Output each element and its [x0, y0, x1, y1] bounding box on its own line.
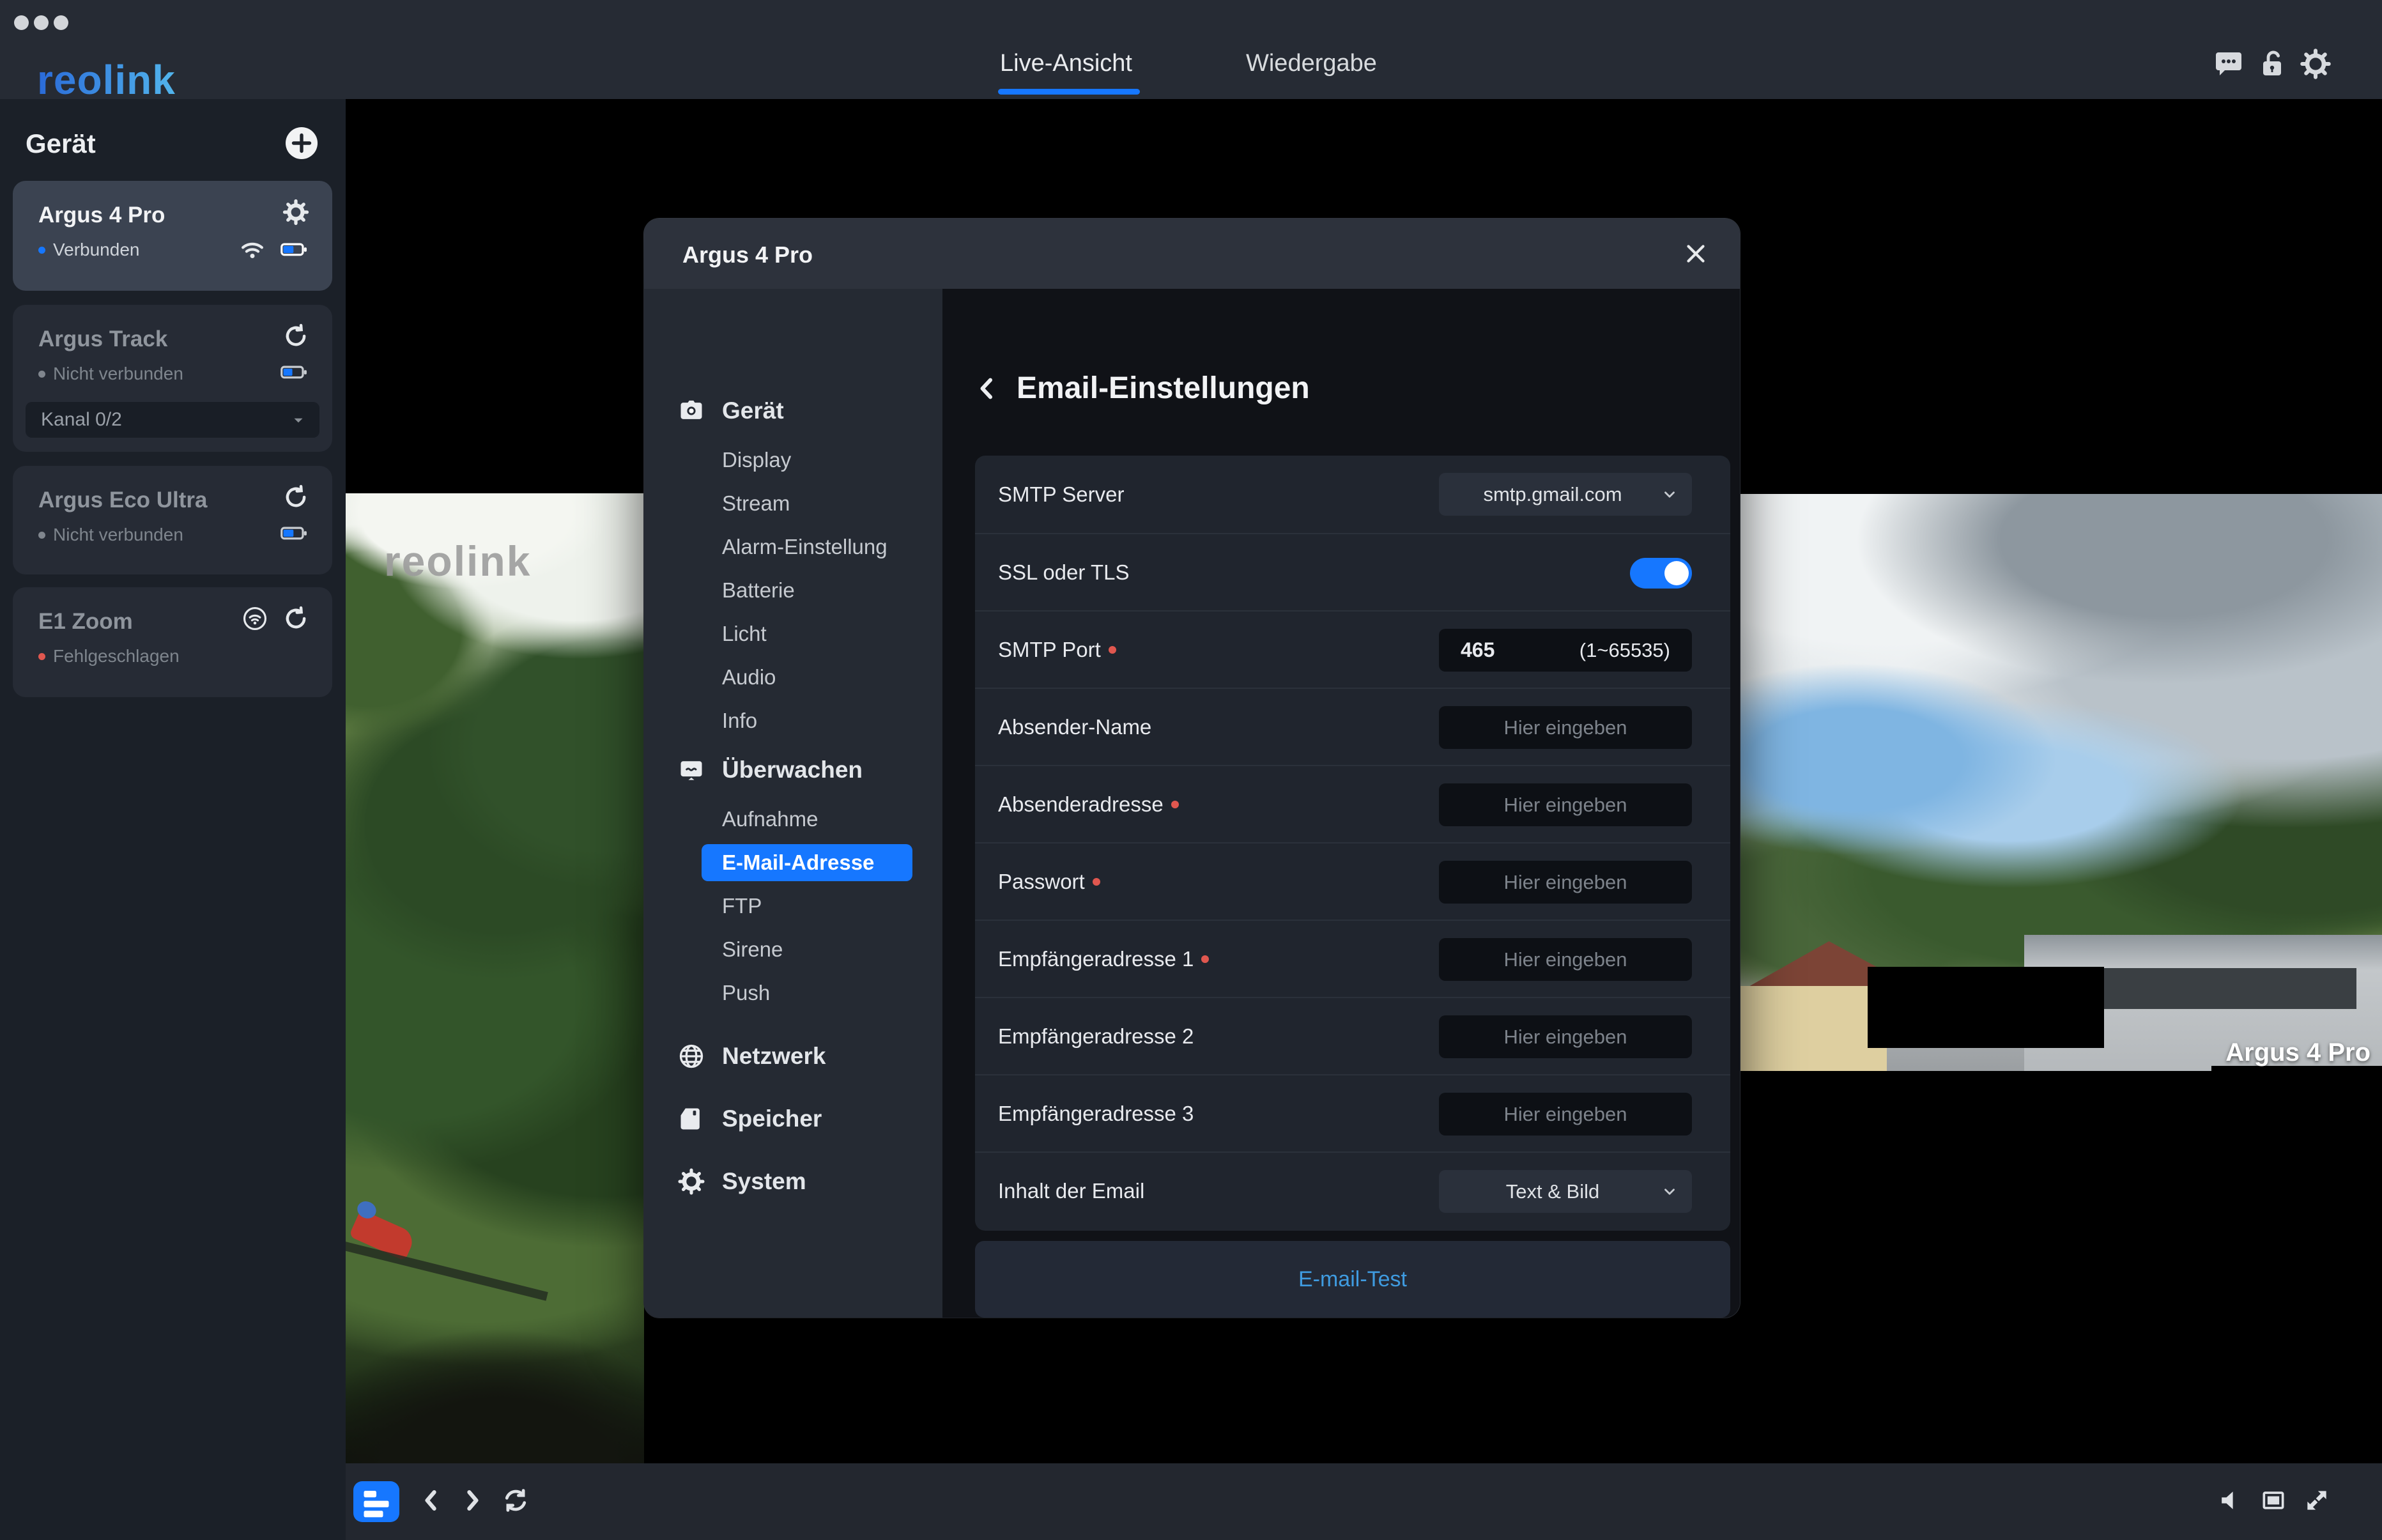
- passwort-input[interactable]: [1439, 861, 1692, 904]
- device-settings-modal: Argus 4 Pro Gerät Display Stream Alarm-E…: [644, 219, 1740, 1318]
- modal-overlay: Argus 4 Pro Gerät Display Stream Alarm-E…: [0, 0, 2382, 1540]
- empfaengeradresse-3-input[interactable]: [1439, 1093, 1692, 1136]
- smtp-server-dropdown[interactable]: smtp.gmail.com: [1439, 473, 1692, 516]
- page-title: Email-Einstellungen: [1017, 371, 1310, 406]
- email-test-button[interactable]: E-mail-Test: [975, 1241, 1730, 1318]
- ssl-toggle[interactable]: [1630, 558, 1692, 589]
- field-label: Empfängeradresse 3: [998, 1075, 1194, 1151]
- form-row-empfaenger-2: Empfängeradresse 2: [975, 997, 1730, 1074]
- nav-item-batterie[interactable]: Batterie: [644, 569, 942, 612]
- chevron-down-icon: [1661, 486, 1678, 503]
- empfaengeradresse-1-input[interactable]: [1439, 938, 1692, 981]
- field-label: Absender-Name: [998, 689, 1151, 765]
- field-label: Passwort: [998, 843, 1100, 920]
- monitor-icon: [677, 756, 705, 784]
- smtp-port-input[interactable]: 465 (1~65535): [1439, 629, 1692, 672]
- nav-item-info[interactable]: Info: [644, 699, 942, 743]
- sd-card-icon: [677, 1105, 705, 1133]
- nav-item-display[interactable]: Display: [644, 438, 942, 482]
- form-row-smtp-server: SMTP Server smtp.gmail.com: [975, 456, 1730, 533]
- nav-item-stream[interactable]: Stream: [644, 482, 942, 525]
- gear-icon: [677, 1167, 705, 1196]
- nav-item-sirene[interactable]: Sirene: [644, 928, 942, 971]
- field-label: SMTP Server: [998, 456, 1124, 533]
- field-label: SSL oder TLS: [998, 534, 1129, 610]
- form-row-empfaenger-3: Empfängeradresse 3: [975, 1074, 1730, 1151]
- modal-header: Argus 4 Pro: [644, 219, 1740, 289]
- nav-section-system[interactable]: System: [644, 1154, 942, 1209]
- modal-title: Argus 4 Pro: [682, 242, 813, 268]
- field-label: Absenderadresse: [998, 766, 1179, 842]
- form-row-empfaenger-1: Empfängeradresse 1: [975, 920, 1730, 997]
- nav-section-ueberwachen[interactable]: Überwachen: [644, 743, 942, 797]
- form-row-smtp-port: SMTP Port 465 (1~65535): [975, 610, 1730, 688]
- email-settings-form: SMTP Server smtp.gmail.com SSL oder TLS …: [975, 456, 1730, 1231]
- form-row-inhalt: Inhalt der Email Text & Bild: [975, 1151, 1730, 1229]
- nav-item-aufnahme[interactable]: Aufnahme: [644, 797, 942, 841]
- form-row-ssl: SSL oder TLS: [975, 533, 1730, 610]
- back-icon[interactable]: [974, 376, 1000, 401]
- chevron-down-icon: [1661, 1183, 1678, 1200]
- form-row-absender-name: Absender-Name: [975, 688, 1730, 765]
- field-label: Empfängeradresse 2: [998, 998, 1194, 1074]
- form-row-passwort: Passwort: [975, 842, 1730, 920]
- nav-item-ftp[interactable]: FTP: [644, 884, 942, 928]
- close-icon[interactable]: [1681, 239, 1710, 268]
- nav-section-netzwerk[interactable]: Netzwerk: [644, 1029, 942, 1084]
- nav-section-speicher[interactable]: Speicher: [644, 1091, 942, 1146]
- empfaengeradresse-2-input[interactable]: [1439, 1015, 1692, 1058]
- nav-item-audio[interactable]: Audio: [644, 656, 942, 699]
- nav-item-licht[interactable]: Licht: [644, 612, 942, 656]
- field-label: Inhalt der Email: [998, 1153, 1144, 1229]
- form-row-absenderadresse: Absenderadresse: [975, 765, 1730, 842]
- email-settings-panel: Email-Einstellungen SMTP Server smtp.gma…: [942, 289, 1740, 1318]
- email-content-dropdown[interactable]: Text & Bild: [1439, 1170, 1692, 1213]
- nav-item-push[interactable]: Push: [644, 971, 942, 1015]
- settings-nav: Gerät Display Stream Alarm-Einstellung B…: [644, 289, 942, 1318]
- camera-icon: [677, 397, 705, 425]
- field-label: Empfängeradresse 1: [998, 921, 1209, 997]
- required-dot: [1171, 801, 1179, 808]
- globe-icon: [677, 1042, 705, 1070]
- absenderadresse-input[interactable]: [1439, 783, 1692, 826]
- absender-name-input[interactable]: [1439, 706, 1692, 749]
- nav-item-alarm[interactable]: Alarm-Einstellung: [644, 525, 942, 569]
- nav-item-email-adresse[interactable]: E-Mail-Adresse: [644, 841, 942, 884]
- nav-section-geraet[interactable]: Gerät: [644, 383, 942, 438]
- required-dot: [1109, 646, 1116, 654]
- field-label: SMTP Port: [998, 612, 1116, 688]
- required-dot: [1201, 955, 1209, 963]
- required-dot: [1093, 878, 1100, 886]
